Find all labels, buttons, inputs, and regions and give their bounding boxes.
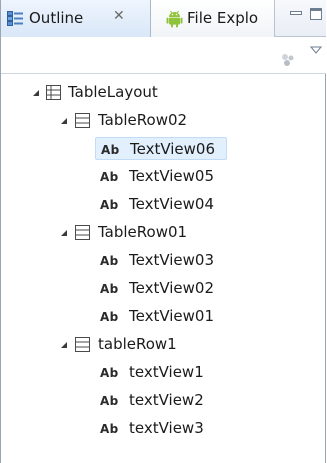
tree-node-label: TextView06 bbox=[130, 140, 216, 158]
tree-node-text-view[interactable]: Ab textView3 bbox=[95, 417, 255, 440]
tree-node-text-view[interactable]: Ab TextView05 bbox=[95, 165, 255, 188]
tab-file-explorer[interactable]: File Explo bbox=[151, 0, 275, 37]
text-view-icon: Ab bbox=[100, 198, 119, 212]
tree-node-text-view[interactable]: Ab TextView04 bbox=[95, 193, 255, 216]
maximize-icon[interactable] bbox=[310, 8, 322, 20]
tree-node-table-row-1[interactable]: tableRow1 bbox=[1, 333, 326, 356]
tree-node-text-view[interactable]: Ab TextView03 bbox=[95, 249, 255, 272]
table-layout-icon bbox=[46, 85, 61, 100]
outline-tree: TableLayout TableRow02 Ab TextView06 Ab … bbox=[1, 74, 326, 463]
tree-node-table-row-01[interactable]: TableRow01 bbox=[1, 221, 326, 244]
tree-node-label: TableRow01 bbox=[98, 223, 188, 241]
tree-node-table-row-02[interactable]: TableRow02 bbox=[1, 109, 326, 132]
tree-node-label: textView3 bbox=[129, 419, 204, 437]
tree-node-label: TableRow02 bbox=[98, 111, 188, 129]
tree-node-label: TextView04 bbox=[129, 195, 215, 213]
tree-node-table-layout[interactable]: TableLayout bbox=[1, 81, 326, 104]
table-row-icon bbox=[75, 337, 90, 352]
text-view-icon: Ab bbox=[100, 170, 119, 184]
expander-icon[interactable] bbox=[32, 89, 40, 97]
outline-icon bbox=[7, 11, 23, 26]
tab-bar: Outline ✕ File Explo bbox=[1, 0, 326, 37]
tree-node-label: textView1 bbox=[129, 363, 204, 381]
view-menu-icon[interactable] bbox=[310, 46, 322, 54]
tree-node-text-view[interactable]: Ab TextView01 bbox=[95, 305, 255, 328]
expander-icon[interactable] bbox=[60, 229, 68, 237]
tree-node-text-view[interactable]: Ab textView2 bbox=[95, 389, 255, 412]
table-row-icon bbox=[75, 113, 90, 128]
text-view-icon: Ab bbox=[100, 422, 119, 436]
tree-node-label: TextView05 bbox=[129, 167, 215, 185]
text-view-icon: Ab bbox=[100, 310, 119, 324]
tree-node-text-view[interactable]: Ab TextView02 bbox=[95, 277, 255, 300]
tab-outline-label: Outline bbox=[29, 9, 84, 27]
filter-icon[interactable] bbox=[280, 52, 296, 68]
tree-node-text-view[interactable]: Ab TextView06 bbox=[95, 137, 227, 160]
minimize-icon[interactable] bbox=[290, 8, 302, 20]
tab-outline[interactable]: Outline ✕ bbox=[1, 0, 151, 37]
expander-icon[interactable] bbox=[60, 117, 68, 125]
outline-view: Outline ✕ File Explo TableLayout TableRo… bbox=[0, 0, 326, 463]
tree-node-label: tableRow1 bbox=[98, 335, 177, 353]
text-view-icon: Ab bbox=[100, 282, 119, 296]
tab-file-explorer-label: File Explo bbox=[187, 9, 259, 27]
close-icon[interactable]: ✕ bbox=[113, 8, 125, 24]
tree-node-label: textView2 bbox=[129, 391, 204, 409]
tree-node-label: TextView03 bbox=[129, 251, 215, 269]
tree-node-text-view[interactable]: Ab textView1 bbox=[95, 361, 255, 384]
tree-node-label: TextView02 bbox=[129, 279, 215, 297]
text-view-icon: Ab bbox=[100, 394, 119, 408]
view-toolbar bbox=[1, 37, 326, 74]
expander-icon[interactable] bbox=[60, 341, 68, 349]
tree-node-label: TextView01 bbox=[129, 307, 215, 325]
android-icon bbox=[166, 10, 183, 28]
tree-node-label: TableLayout bbox=[68, 83, 158, 101]
text-view-icon: Ab bbox=[100, 254, 119, 268]
table-row-icon bbox=[75, 225, 90, 240]
text-view-icon: Ab bbox=[101, 143, 120, 157]
text-view-icon: Ab bbox=[100, 366, 119, 380]
